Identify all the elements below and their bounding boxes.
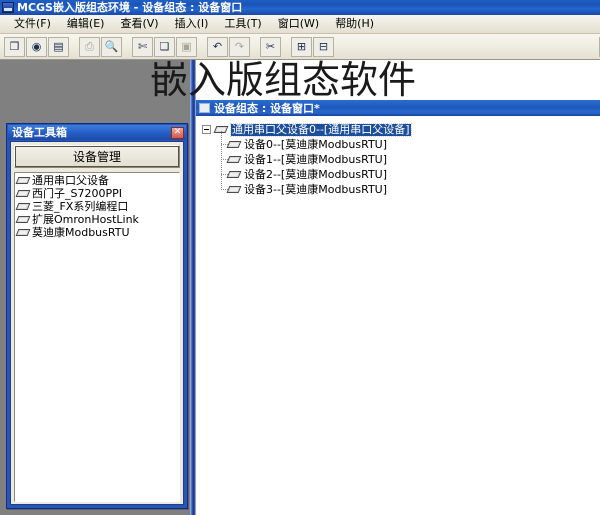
print-preview-glyph: 🔍 [104, 40, 119, 53]
device-item-mitsubishi-fx[interactable]: 三菱_FX系列编程口 [15, 200, 179, 213]
mdi-client-area: 嵌入版组态软件 发布于 gongkong® 设备组态 : 设备窗口* 通用串口父… [0, 60, 600, 515]
device-chip-icon [15, 189, 31, 198]
device-configuration-window: 设备组态 : 设备窗口* 通用串口父设备0--[通用串口父设备] 设备0--[莫… [196, 100, 600, 515]
device-chip-icon [15, 202, 31, 211]
paste-glyph: ▣ [181, 40, 192, 53]
device-add-glyph: ⊞ [296, 40, 307, 53]
device-chip-icon [15, 215, 31, 224]
window-title: MCGS嵌入版组态环境 - 设备组态 : 设备窗口 [17, 1, 243, 14]
background-wordmark: 嵌入版组态软件 [150, 60, 417, 102]
cut-glyph: ✄ [137, 40, 148, 53]
tree-node-child-label: 设备3--[莫迪康ModbusRTU] [244, 182, 388, 196]
application-window: MCGS嵌入版组态环境 - 设备组态 : 设备窗口 文件(F) 编辑(E) 查看… [0, 0, 600, 515]
new-window-icon[interactable]: ❐ [4, 36, 25, 57]
device-toolbox-body: 设备管理 通用串口父设备 西门子_S7200PPI 三菱_FX系列编程口 扩展O… [10, 141, 184, 505]
device-list[interactable]: 通用串口父设备 西门子_S7200PPI 三菱_FX系列编程口 扩展OmronH… [14, 172, 180, 502]
print-preview-icon[interactable]: 🔍 [101, 36, 122, 57]
device-item-siemens-s7200ppi[interactable]: 西门子_S7200PPI [15, 187, 179, 200]
copy-glyph: ❏ [159, 40, 170, 53]
tree-node-child-label: 设备2--[莫迪康ModbusRTU] [244, 167, 388, 181]
copy-icon[interactable]: ❏ [154, 36, 175, 57]
device-item-generic-serial-parent[interactable]: 通用串口父设备 [15, 174, 179, 187]
device-toolbox-panel: 设备工具箱 ✕ 设备管理 通用串口父设备 西门子_S7200PPI 三菱_FX系… [6, 123, 188, 509]
paste-icon[interactable]: ▣ [176, 36, 197, 57]
device-edit-icon[interactable]: ⊟ [313, 36, 334, 57]
save-glyph: ▤ [53, 40, 64, 53]
toolbar: ❐ ◉ ▤ ⎙ 🔍 ✄ ❏ ▣ ↶ ↷ ✂ ⊞ ⊟ ▤ ☑ ⇟ ? [0, 34, 600, 60]
menu-insert[interactable]: 插入(I) [167, 16, 217, 32]
toolbar-separator-3 [198, 37, 207, 57]
device-toolbox-title: 设备工具箱 [12, 126, 67, 139]
tree-node-root[interactable]: 通用串口父设备0--[通用串口父设备] [202, 122, 412, 137]
device-chip-icon [226, 155, 242, 164]
tree-node-child-label: 设备0--[莫迪康ModbusRTU] [244, 137, 388, 151]
device-configuration-title: 设备组态 : 设备窗口* [214, 101, 320, 115]
tree-node-child[interactable]: 设备0--[莫迪康ModbusRTU] [218, 137, 411, 152]
collapse-expander-icon[interactable] [202, 125, 211, 134]
device-tree: 通用串口父设备0--[通用串口父设备] 设备0--[莫迪康ModbusRTU] … [202, 122, 412, 197]
document-icon [199, 103, 210, 113]
menu-file[interactable]: 文件(F) [6, 16, 59, 32]
toolbar-separator-4 [251, 37, 260, 57]
cut-icon[interactable]: ✄ [132, 36, 153, 57]
device-chip-icon [226, 185, 242, 194]
device-edit-glyph: ⊟ [318, 40, 329, 53]
tools-glyph: ✂ [265, 40, 276, 53]
print-glyph: ⎙ [85, 40, 94, 53]
device-chip-icon [15, 228, 31, 237]
device-management-button[interactable]: 设备管理 [14, 145, 180, 168]
toolbar-separator-1 [70, 37, 79, 57]
new-window-glyph: ❐ [9, 40, 20, 53]
tree-node-child[interactable]: 设备1--[莫迪康ModbusRTU] [218, 152, 411, 167]
redo-icon[interactable]: ↷ [229, 36, 250, 57]
tree-node-child[interactable]: 设备2--[莫迪康ModbusRTU] [218, 167, 411, 182]
toolbar-separator-5 [282, 37, 291, 57]
tree-node-root-label: 通用串口父设备0--[通用串口父设备] [230, 122, 412, 137]
device-configuration-title-bar: 设备组态 : 设备窗口* [196, 100, 600, 116]
menu-edit[interactable]: 编辑(E) [59, 16, 113, 32]
undo-glyph: ↶ [212, 40, 223, 53]
print-icon[interactable]: ⎙ [79, 36, 100, 57]
menu-tools[interactable]: 工具(T) [216, 16, 269, 32]
device-chip-icon [226, 170, 242, 179]
tree-node-child[interactable]: 设备3--[莫迪康ModbusRTU] [218, 182, 411, 197]
device-item-label: 三菱_FX系列编程口 [32, 199, 129, 213]
device-configuration-body: 通用串口父设备0--[通用串口父设备] 设备0--[莫迪康ModbusRTU] … [196, 116, 600, 515]
title-bar: MCGS嵌入版组态环境 - 设备组态 : 设备窗口 [0, 0, 600, 15]
tree-node-child-label: 设备1--[莫迪康ModbusRTU] [244, 152, 388, 166]
open-folder-glyph: ◉ [31, 40, 42, 53]
tools-icon[interactable]: ✂ [260, 36, 281, 57]
device-chip-icon [226, 140, 242, 149]
undo-icon[interactable]: ↶ [207, 36, 228, 57]
device-item-label: 莫迪康ModbusRTU [32, 225, 130, 239]
app-icon [2, 2, 14, 13]
tree-children: 设备0--[莫迪康ModbusRTU] 设备1--[莫迪康ModbusRTU] … [218, 131, 411, 197]
save-icon[interactable]: ▤ [48, 36, 69, 57]
device-item-label: 通用串口父设备 [32, 173, 109, 187]
device-item-omron-hostlink[interactable]: 扩展OmronHostLink [15, 213, 179, 226]
redo-glyph: ↷ [234, 40, 245, 53]
close-icon[interactable]: ✕ [171, 126, 184, 139]
menu-help[interactable]: 帮助(H) [327, 16, 382, 32]
device-item-modicon-modbusrtu[interactable]: 莫迪康ModbusRTU [15, 226, 179, 239]
device-add-icon[interactable]: ⊞ [291, 36, 312, 57]
menu-bar: 文件(F) 编辑(E) 查看(V) 插入(I) 工具(T) 窗口(W) 帮助(H… [0, 15, 600, 34]
device-item-label: 西门子_S7200PPI [32, 186, 122, 200]
toolbar-separator-2 [123, 37, 132, 57]
device-chip-icon [15, 176, 31, 185]
device-toolbox-title-bar[interactable]: 设备工具箱 ✕ [8, 125, 186, 140]
menu-view[interactable]: 查看(V) [112, 16, 166, 32]
device-item-label: 扩展OmronHostLink [32, 212, 139, 226]
open-folder-icon[interactable]: ◉ [26, 36, 47, 57]
menu-window[interactable]: 窗口(W) [270, 16, 327, 32]
